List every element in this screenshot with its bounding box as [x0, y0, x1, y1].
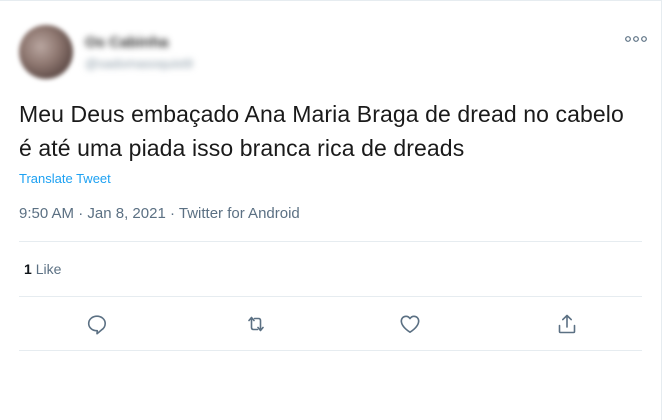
divider [19, 296, 642, 297]
more-icon[interactable] [624, 32, 648, 44]
meta-separator: · [169, 205, 175, 222]
tweet-time[interactable]: 9:50 AM [19, 205, 74, 222]
retweet-icon [248, 316, 264, 332]
divider [19, 350, 642, 351]
avatar[interactable] [19, 25, 73, 79]
tweet-meta: 9:50 AM · Jan 8, 2021 · Twitter for Andr… [19, 205, 300, 222]
like-button[interactable] [398, 312, 422, 336]
tweet-source[interactable]: Twitter for Android [179, 205, 300, 222]
translate-tweet-link[interactable]: Translate Tweet [19, 171, 111, 186]
tweet-card: Os Cabinha @sadomasoquist9 Meu Deus emba… [0, 0, 662, 420]
retweet-button[interactable] [244, 312, 268, 336]
tweet-text: Meu Deus embaçado Ana Maria Braga de dre… [19, 101, 624, 161]
likes-label: Like [35, 261, 62, 277]
share-button[interactable] [555, 312, 579, 336]
reply-icon [87, 315, 106, 335]
heart-icon [400, 315, 420, 333]
share-icon [558, 314, 576, 334]
divider [19, 241, 642, 242]
reply-button[interactable] [85, 312, 109, 336]
user-handle[interactable]: @sadomasoquist9 [85, 56, 193, 71]
likes-count: 1 [24, 261, 32, 277]
user-name[interactable]: Os Cabinha [85, 34, 168, 51]
meta-separator: · [78, 205, 84, 222]
tweet-date[interactable]: Jan 8, 2021 [87, 205, 165, 222]
likes-stat[interactable]: 1 Like [24, 261, 61, 277]
